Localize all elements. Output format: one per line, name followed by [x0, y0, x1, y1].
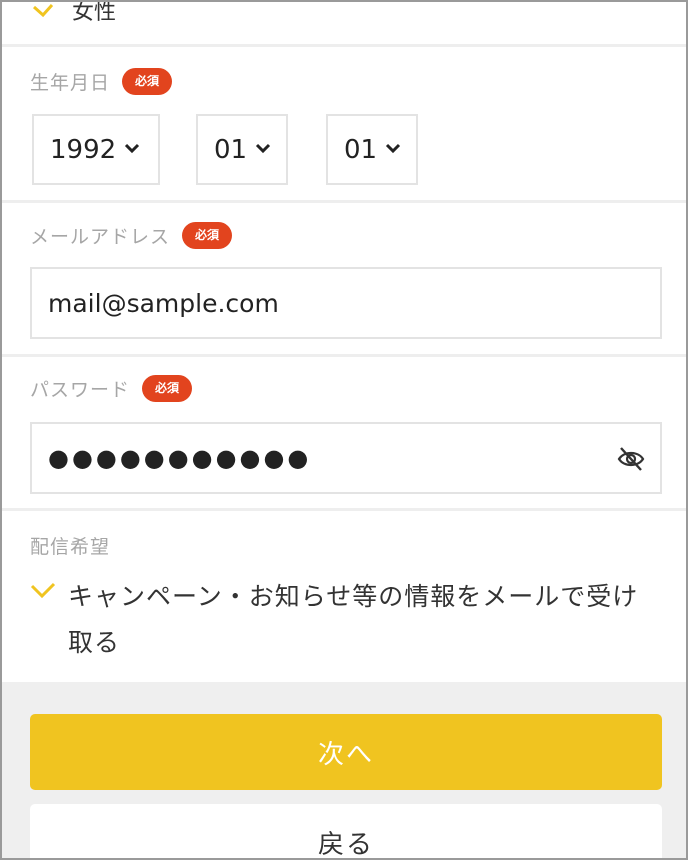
birth-year-select[interactable]: 1992 — [32, 114, 160, 185]
gender-option[interactable]: 女性 — [32, 0, 117, 26]
password-label-row: パスワード 必須 — [30, 375, 193, 402]
birth-month-select[interactable]: 01 — [196, 114, 288, 185]
divider — [2, 44, 686, 47]
divider — [2, 508, 686, 511]
next-button[interactable]: 次へ — [30, 714, 662, 790]
gender-option-label: 女性 — [72, 0, 117, 25]
subscription-option-text: キャンペーン・お知らせ等の情報をメールで受け取る — [68, 582, 639, 657]
email-label: メールアドレス — [30, 226, 171, 248]
birthdate-label: 生年月日 — [30, 72, 111, 94]
subscription-label: 配信希望 — [30, 536, 111, 558]
password-label: パスワード — [30, 379, 131, 401]
subscription-checkbox[interactable]: キャンペーン・お知らせ等の情報をメールで受け取る — [28, 574, 658, 666]
required-badge: 必須 — [142, 375, 193, 402]
chevron-down-icon — [256, 143, 271, 153]
required-badge: 必須 — [182, 222, 233, 249]
registration-form: 女性 生年月日 必須 1992 01 01 メールアドレス 必須 mail@sa… — [0, 0, 688, 860]
chevron-down-icon — [386, 143, 401, 153]
subscription-label-row: 配信希望 — [30, 532, 110, 559]
birth-day-select[interactable]: 01 — [326, 114, 418, 185]
check-icon — [33, 3, 54, 18]
divider — [2, 354, 686, 357]
birth-year-value: 1992 — [50, 134, 117, 165]
password-field[interactable]: ●●●●●●●●●●● — [30, 422, 662, 494]
check-icon — [30, 582, 56, 599]
birth-day-value: 01 — [344, 134, 378, 165]
email-label-row: メールアドレス 必須 — [30, 222, 233, 249]
back-button[interactable]: 戻る — [30, 804, 662, 858]
chevron-down-icon — [125, 143, 140, 153]
birthdate-label-row: 生年月日 必須 — [30, 68, 173, 95]
email-value: mail@sample.com — [48, 288, 279, 318]
divider — [2, 200, 686, 203]
birth-month-value: 01 — [214, 134, 248, 165]
password-masked-value: ●●●●●●●●●●● — [48, 444, 312, 472]
email-field[interactable]: mail@sample.com — [30, 267, 662, 339]
required-badge: 必須 — [122, 68, 173, 95]
eye-off-icon[interactable] — [616, 444, 646, 474]
